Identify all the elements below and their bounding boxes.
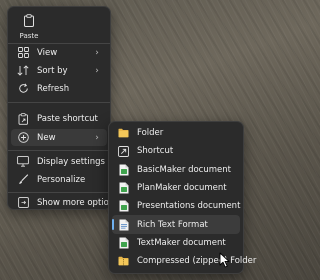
new-icon <box>17 132 29 144</box>
submenu-item-shortcut[interactable]: Shortcut <box>112 142 240 160</box>
refresh-icon <box>17 83 29 95</box>
submenu-item-presentations-document[interactable]: Presentations document <box>112 197 240 215</box>
display-settings-icon <box>17 156 29 168</box>
menu-item-label: New <box>37 132 56 143</box>
compressed-folder-icon <box>118 256 129 267</box>
menu-item-display-settings[interactable]: Display settings <box>11 153 107 170</box>
paste-icon <box>24 14 34 27</box>
menu-item-label: Refresh <box>37 83 70 94</box>
menu-item-label: Display settings <box>37 156 105 167</box>
submenu-item-label: Compressed (zipped) Folder <box>137 256 257 267</box>
personalize-icon <box>17 174 29 186</box>
paste-shortcut-icon <box>17 112 29 125</box>
mouse-cursor-icon <box>219 252 230 268</box>
submenu-item-label: Rich Text Format <box>137 219 208 230</box>
submenu-item-basicmaker-document[interactable]: BasicMaker document <box>112 161 240 179</box>
chevron-right-icon: › <box>95 132 99 143</box>
submenu-item-planmaker-document[interactable]: PlanMaker document <box>112 179 240 197</box>
paste-button[interactable]: Paste <box>17 10 41 40</box>
chevron-right-icon: › <box>95 47 99 58</box>
submenu-item-label: Shortcut <box>137 146 174 157</box>
paste-label: Paste <box>19 32 39 40</box>
more-options-icon <box>17 197 29 209</box>
menu-item-refresh[interactable]: Refresh <box>11 80 107 97</box>
submenu-item-label: Folder <box>137 128 164 139</box>
basicmaker-document-icon <box>118 164 129 176</box>
menu-item-view[interactable]: View › <box>11 44 107 61</box>
presentations-document-icon <box>118 200 129 212</box>
submenu-item-label: Presentations document <box>137 201 241 212</box>
sort-icon <box>17 65 29 77</box>
rich-text-format-icon <box>118 219 129 231</box>
menu-item-new[interactable]: New › <box>11 129 107 146</box>
menu-item-paste-shortcut[interactable]: Paste shortcut <box>11 110 107 127</box>
menu-item-label: Paste shortcut <box>37 113 98 124</box>
submenu-item-folder[interactable]: Folder <box>112 124 240 142</box>
desktop-context-menu: Paste View › Sort by › Refresh Paste sho… <box>7 6 119 211</box>
chevron-right-icon: › <box>95 65 99 76</box>
folder-icon <box>118 128 129 139</box>
menu-item-label: Personalize <box>37 174 86 185</box>
menu-item-show-more-options[interactable]: Show more options <box>11 194 119 211</box>
textmaker-document-icon <box>118 237 129 249</box>
menu-item-personalize[interactable]: Personalize <box>11 171 107 188</box>
submenu-item-label: PlanMaker document <box>137 183 227 194</box>
shortcut-icon <box>118 145 129 157</box>
menu-separator <box>8 150 110 151</box>
submenu-item-label: BasicMaker document <box>137 164 231 175</box>
menu-item-label: Sort by <box>37 65 68 76</box>
menu-item-label: View <box>37 47 58 58</box>
menu-separator <box>8 192 110 193</box>
menu-separator <box>8 102 110 103</box>
submenu-item-textmaker-document[interactable]: TextMaker document <box>112 234 240 252</box>
planmaker-document-icon <box>118 182 129 194</box>
view-grid-icon <box>17 47 29 59</box>
submenu-item-label: TextMaker document <box>137 237 226 248</box>
submenu-item-rich-text-format[interactable]: Rich Text Format <box>112 215 240 234</box>
menu-item-label: Show more options <box>37 197 119 208</box>
menu-item-sort-by[interactable]: Sort by › <box>11 62 107 79</box>
